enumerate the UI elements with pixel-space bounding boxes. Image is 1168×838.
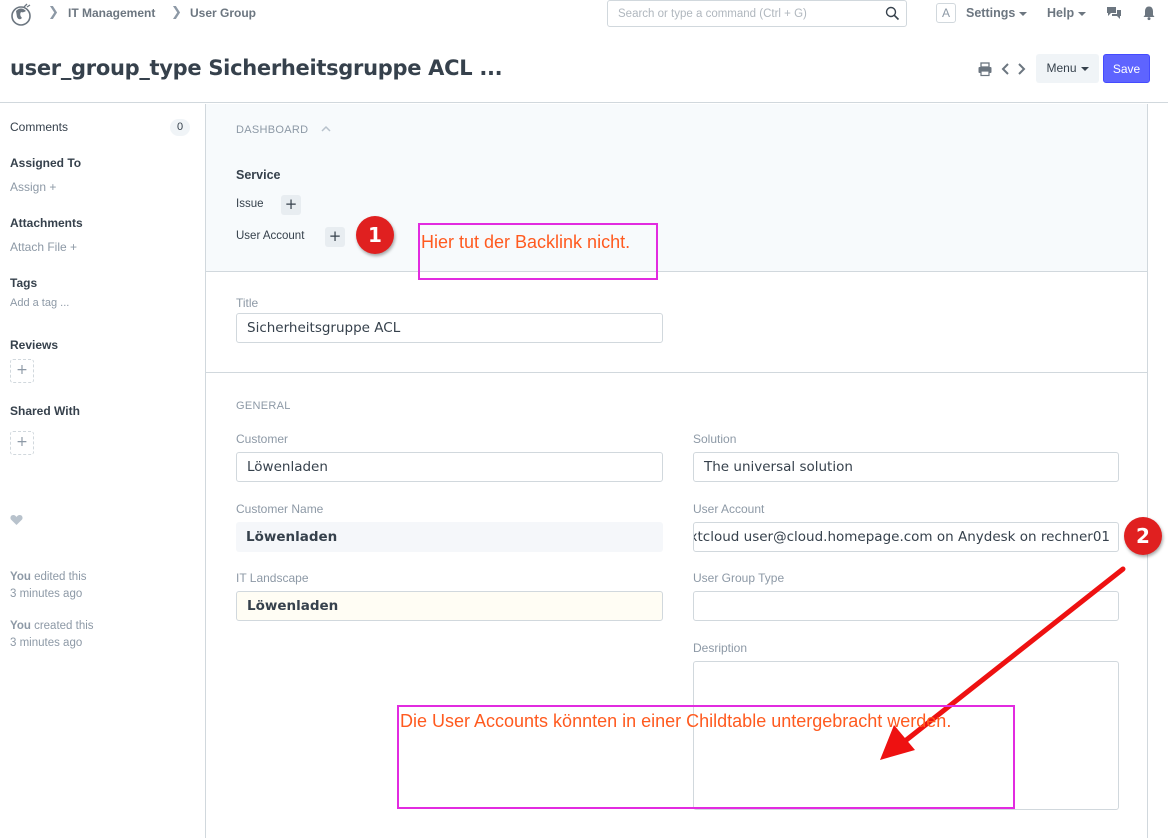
avatar[interactable]: A [936, 3, 956, 23]
user-account-label: User Account [693, 502, 765, 516]
user-account-value: Nextcloud user@cloud.homepage.com on Any… [693, 529, 1110, 545]
new-issue-button[interactable]: + [281, 195, 301, 215]
annotation-note-1: Hier tut der Backlink nicht. [421, 232, 631, 252]
title-section: Title Sicherheitsgruppe ACL [206, 272, 1147, 373]
dashboard-section: DASHBOARD Service Issue + User Account + [206, 104, 1147, 272]
print-icon[interactable] [977, 61, 993, 77]
it-landscape-field[interactable]: Löwenladen [236, 591, 663, 621]
heart-icon[interactable] [10, 514, 23, 526]
save-button[interactable]: Save [1103, 54, 1150, 83]
app-logo-icon[interactable] [8, 3, 34, 27]
annotation-badge-1: 1 [356, 216, 394, 254]
page-head: user_group_type Sicherheitsgruppe ACL ..… [0, 28, 1168, 103]
dashboard-link-user-account[interactable]: User Account [236, 230, 304, 242]
caret-down-icon [1078, 11, 1087, 16]
chat-icon[interactable] [1106, 5, 1122, 21]
solution-label: Solution [693, 432, 737, 446]
page-title: user_group_type Sicherheitsgruppe ACL ..… [10, 56, 503, 80]
annotation-note-2: Die User Accounts könnten in einer Child… [400, 711, 952, 731]
assign-link[interactable]: Assign + [10, 180, 56, 194]
shared-with-label: Shared With [10, 404, 80, 418]
menu-button[interactable]: Menu [1036, 54, 1099, 83]
activity-who: You [10, 620, 31, 632]
dashboard-link-issue[interactable]: Issue [236, 198, 264, 210]
chevron-right-icon: ❯ [171, 5, 182, 20]
add-share-button[interactable]: + [10, 431, 34, 455]
form-sidebar: Comments 0 Assigned To Assign + Attachme… [0, 104, 205, 838]
customer-field[interactable]: Löwenladen [236, 452, 663, 482]
annotation-badge-2: 2 [1124, 517, 1162, 555]
tags-label: Tags [10, 276, 38, 290]
attachments-label: Attachments [10, 216, 83, 230]
new-user-account-button[interactable]: + [325, 227, 345, 247]
add-review-button[interactable]: + [10, 359, 34, 383]
chevron-left-icon[interactable] [998, 61, 1014, 77]
menu-label: Menu [1046, 61, 1077, 75]
activity-what: edited this [34, 571, 87, 583]
breadcrumb-user-group[interactable]: User Group [190, 6, 256, 20]
comments-count-badge: 0 [170, 119, 190, 136]
customer-name-value: Löwenladen [236, 522, 663, 552]
collapse-icon[interactable] [320, 124, 332, 134]
customer-name-label: Customer Name [236, 502, 324, 516]
chevron-right-icon[interactable] [1013, 61, 1029, 77]
help-dropdown[interactable]: Help [1047, 6, 1087, 20]
attach-file-link[interactable]: Attach File + [10, 240, 77, 254]
general-heading: GENERAL [236, 400, 291, 412]
activity-edited: You edited this 3 minutes ago [10, 569, 87, 603]
search-input[interactable] [608, 1, 878, 26]
caret-down-icon [1080, 66, 1089, 71]
activity-when: 3 minutes ago [10, 588, 83, 600]
navbar: ❯ IT Management ❯ User Group A Settings … [0, 0, 1168, 28]
assigned-to-label: Assigned To [10, 156, 82, 170]
settings-dropdown[interactable]: Settings [966, 6, 1028, 20]
search-icon[interactable] [885, 6, 900, 21]
bell-icon[interactable] [1141, 5, 1157, 21]
settings-label: Settings [966, 6, 1016, 20]
comments-label[interactable]: Comments [10, 120, 68, 134]
activity-what: created this [34, 620, 94, 632]
reviews-label: Reviews [10, 338, 59, 352]
dashboard-group-label: Service [236, 168, 281, 182]
chevron-right-icon: ❯ [48, 5, 59, 20]
add-tag-link[interactable]: Add a tag ... [10, 297, 69, 309]
dashboard-heading[interactable]: DASHBOARD [236, 124, 308, 136]
customer-label: Customer [236, 432, 289, 446]
user-group-type-label: User Group Type [693, 571, 785, 585]
solution-field[interactable]: The universal solution [693, 452, 1119, 482]
activity-when: 3 minutes ago [10, 637, 83, 649]
user-account-field[interactable]: Nextcloud user@cloud.homepage.com on Any… [693, 522, 1119, 552]
description-label: Desription [693, 641, 748, 655]
search-bar[interactable] [607, 0, 907, 27]
title-field[interactable]: Sicherheitsgruppe ACL [236, 313, 663, 343]
activity-created: You created this 3 minutes ago [10, 618, 94, 652]
it-landscape-label: IT Landscape [236, 571, 309, 585]
help-label: Help [1047, 6, 1075, 20]
breadcrumb-it-management[interactable]: IT Management [68, 6, 155, 20]
activity-who: You [10, 571, 31, 583]
caret-down-icon [1019, 11, 1028, 16]
title-label: Title [236, 296, 259, 310]
